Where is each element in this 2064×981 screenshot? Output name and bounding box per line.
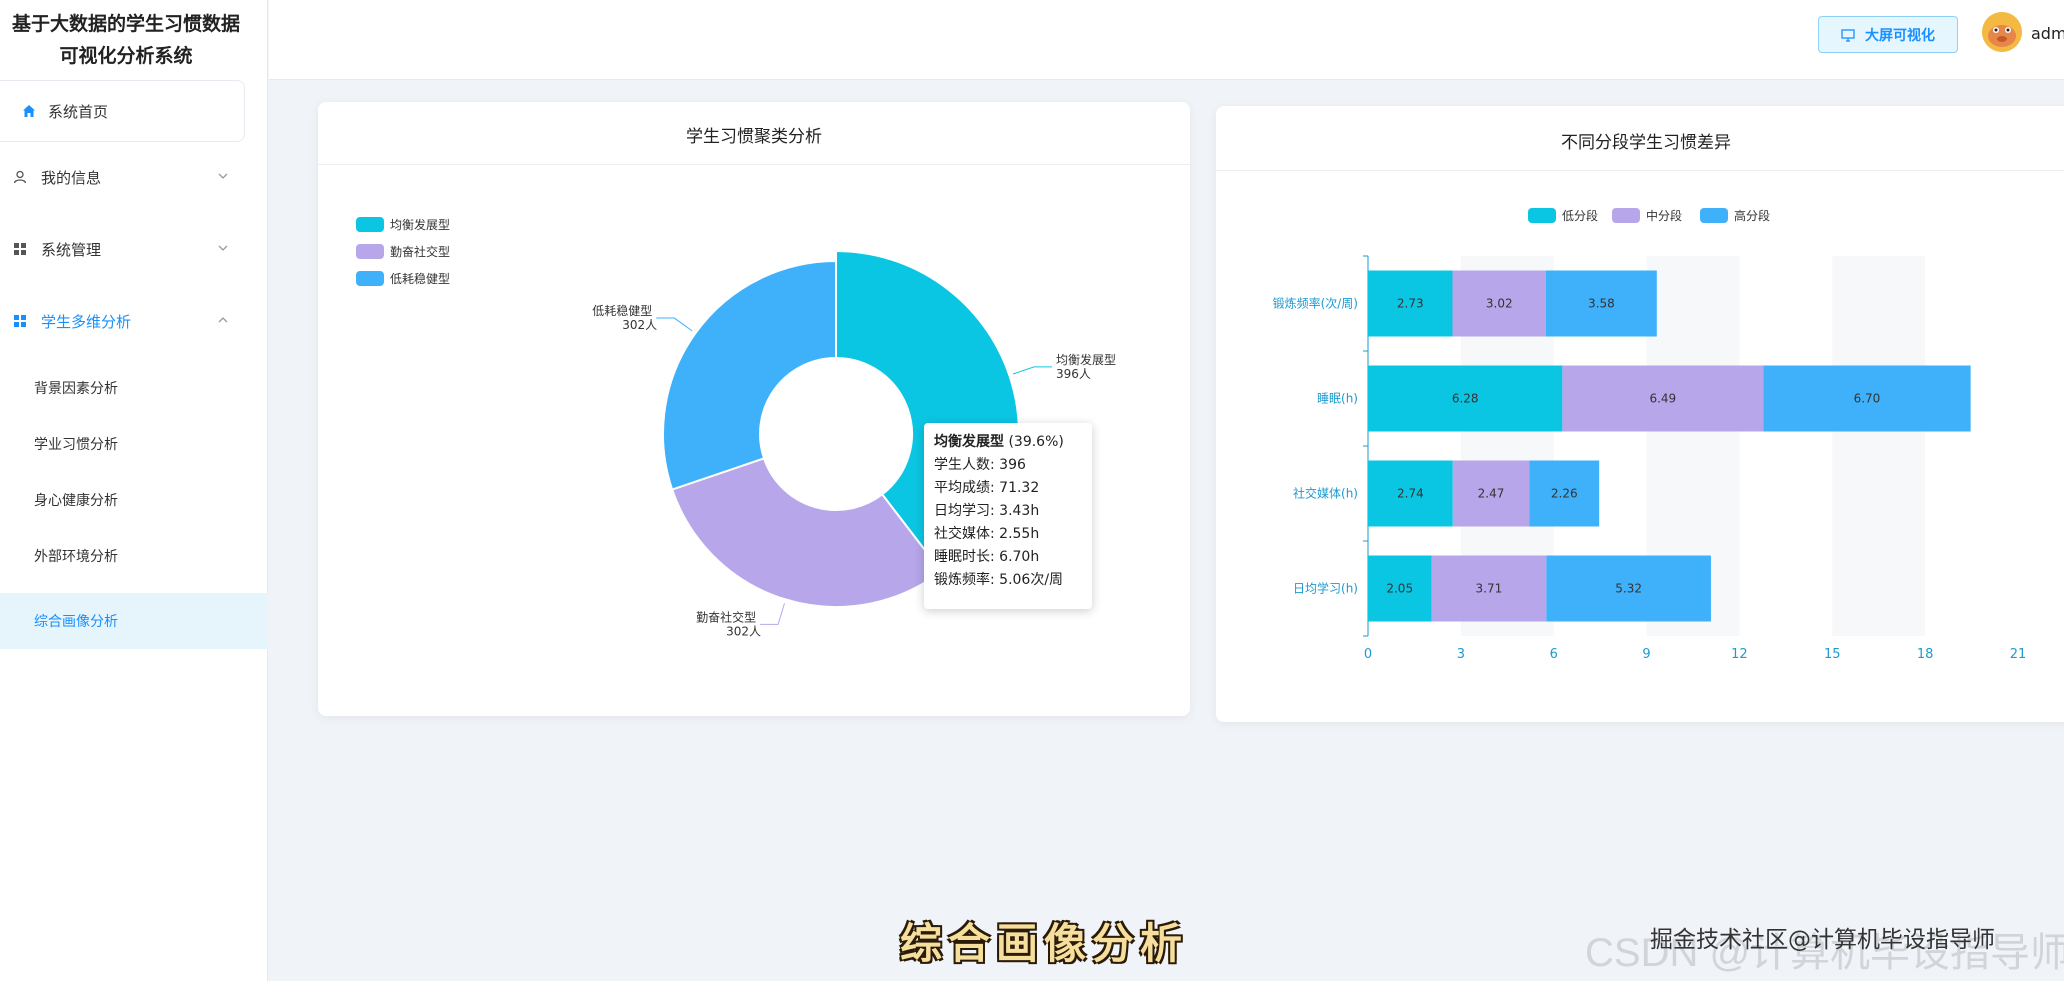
system-title-line1: 基于大数据的学生习惯数据 [11, 13, 240, 35]
pie-label-line [1012, 366, 1052, 375]
bar-value-label: 2.26 [1551, 487, 1578, 501]
menu-my-info[interactable]: 我的信息 [0, 153, 268, 201]
pie-slice-label: 低耗稳健型 [592, 303, 652, 318]
chevron-up-icon [218, 317, 228, 323]
video-caption: 综合画像分析 [900, 919, 1189, 968]
pie-slice-count: 396人 [1056, 367, 1091, 381]
system-title-line2: 可视化分析系统 [59, 45, 193, 67]
submenu-physical-mental-health[interactable]: 身心健康分析 [0, 472, 268, 528]
pie-slice-count: 302人 [726, 624, 761, 638]
y-category-label: 社交媒体(h) [1293, 486, 1358, 501]
x-tick-label: 6 [1550, 647, 1558, 662]
grid-icon [14, 243, 26, 255]
bar-value-label: 6.28 [1452, 392, 1479, 406]
pie-slice-label: 勤奋社交型 [696, 609, 756, 624]
bar-value-label: 6.70 [1854, 392, 1881, 406]
tooltip-line: 平均成绩: 71.32 [934, 480, 1040, 496]
menu-home-label: 系统首页 [48, 102, 109, 121]
bar-value-label: 2.73 [1397, 297, 1424, 311]
username[interactable]: adm [2031, 24, 2064, 43]
watermark: 掘金技术社区@计算机毕设指导师 [1650, 927, 1995, 953]
pie-slice-count: 302人 [622, 318, 657, 332]
bar-value-label: 2.47 [1478, 487, 1505, 501]
cluster-card: 学生习惯聚类分析 均衡发展型 勤奋社交型 低耗稳健型 均衡发展型 396人 勤奋社交… [318, 102, 1190, 716]
system-title: 基于大数据的学生习惯数据 可视化分析系统 [0, 8, 252, 72]
tooltip-title: 均衡发展型 (39.6%) [934, 431, 1082, 454]
menu-my-info-label: 我的信息 [41, 168, 102, 187]
user-icon [13, 170, 27, 184]
chevron-down-icon [218, 245, 228, 251]
avatar-image [1982, 12, 2022, 52]
x-tick-label: 0 [1364, 647, 1372, 662]
menu-student-analysis[interactable]: 学生多维分析 [0, 297, 268, 345]
home-icon [23, 105, 35, 117]
pie-label-line [760, 603, 785, 625]
chevron-down-icon [218, 173, 228, 179]
menu-system-management[interactable]: 系统管理 [0, 225, 268, 273]
submenu-comprehensive-profile[interactable]: 综合画像分析 [0, 593, 268, 649]
tooltip-line: 学生人数: 396 [934, 457, 1026, 473]
x-tick-label: 3 [1457, 647, 1465, 662]
habit-difference-bar-chart: 0 3 6 9 12 15 18 21 锻炼频率(次/周) 2.73 3.02 3.58 睡眠(h) 6.… [1273, 255, 2027, 662]
pie-slice[interactable] [662, 259, 837, 491]
tooltip-percent: (39.6%) [1004, 434, 1064, 450]
tooltip-line: 睡眠时长: 6.70h [934, 549, 1040, 565]
top-header: 大屏可视化 adm [269, 0, 2064, 80]
tooltip-line: 社交媒体: 2.55h [934, 526, 1040, 542]
menu-student-analysis-label: 学生多维分析 [41, 312, 132, 331]
y-category-label: 睡眠(h) [1317, 392, 1358, 406]
bar-value-label: 5.32 [1615, 582, 1642, 596]
tooltip-line: 日均学习: 3.43h [934, 503, 1040, 519]
y-category-label: 日均学习(h) [1293, 581, 1358, 596]
bar-value-label: 3.71 [1476, 582, 1503, 596]
tooltip-name: 均衡发展型 [934, 434, 1004, 450]
menu-home[interactable]: 系统首页 [0, 80, 245, 142]
bigscreen-label: 大屏可视化 [1865, 27, 1935, 44]
difference-card: 不同分段学生习惯差异 低分段 中分段 高分段 0 3 6 9 12 15 18 21 锻炼频率(… [1216, 106, 2064, 722]
x-tick-label: 21 [2010, 647, 2027, 662]
submenu-external-environment[interactable]: 外部环境分析 [0, 528, 268, 584]
cluster-pie-chart: 均衡发展型396人勤奋社交型302人低耗稳健型302人 [592, 249, 1116, 638]
bar-value-label: 2.74 [1397, 487, 1424, 501]
x-tick-label: 18 [1917, 647, 1934, 662]
bar-value-label: 3.58 [1588, 297, 1615, 311]
pie-label-line [656, 317, 693, 332]
x-tick-label: 12 [1731, 647, 1748, 662]
x-tick-label: 9 [1642, 647, 1650, 662]
tooltip-line: 锻炼频率: 5.06次/周 [934, 572, 1064, 588]
split-area [1832, 256, 1926, 636]
bar-value-label: 6.49 [1649, 392, 1676, 406]
bar-value-label: 3.02 [1486, 297, 1513, 311]
monitor-icon [1841, 28, 1855, 42]
submenu-academic-habits[interactable]: 学业习惯分析 [0, 416, 268, 472]
x-tick-label: 15 [1824, 647, 1841, 662]
pie-tooltip: 均衡发展型 (39.6%) 学生人数: 396 平均成绩: 71.32 日均学习… [924, 423, 1092, 609]
submenu-background-factors[interactable]: 背景因素分析 [0, 360, 268, 416]
pie-slice-label: 均衡发展型 [1056, 352, 1116, 367]
bigscreen-button[interactable]: 大屏可视化 [1818, 16, 1958, 53]
menu-system-management-label: 系统管理 [41, 240, 102, 259]
y-category-label: 锻炼频率(次/周) [1273, 296, 1358, 311]
grid-icon [14, 315, 26, 327]
bar-value-label: 2.05 [1386, 582, 1413, 596]
avatar[interactable] [1982, 12, 2022, 52]
sidebar: 基于大数据的学生习惯数据 可视化分析系统 系统首页 我的信息 系统管理 学生多维… [0, 0, 268, 981]
